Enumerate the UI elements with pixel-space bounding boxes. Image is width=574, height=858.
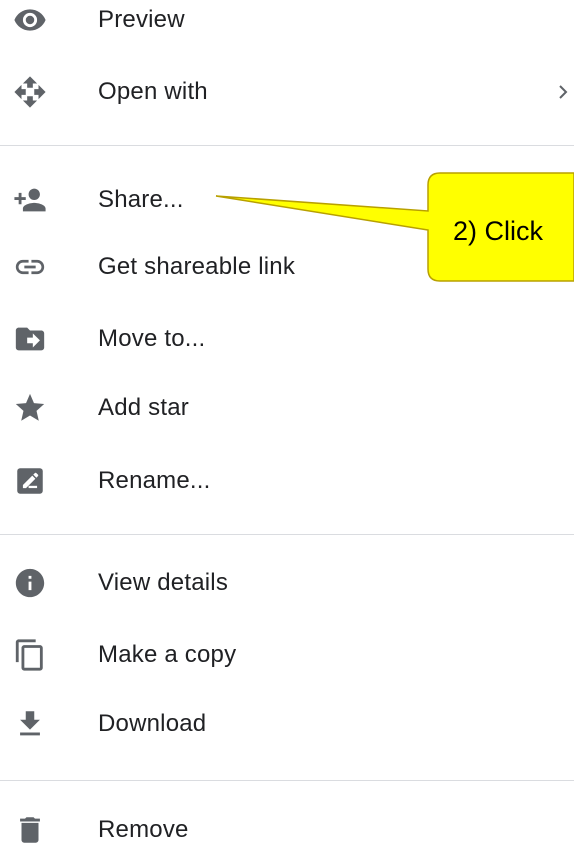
menu-item-label: Share... bbox=[98, 186, 184, 213]
menu-item-label: Remove bbox=[98, 816, 189, 843]
callout-text: 2) Click bbox=[453, 216, 544, 246]
menu-item-remove[interactable]: Remove bbox=[0, 802, 574, 858]
link-icon bbox=[10, 247, 50, 287]
menu-divider bbox=[0, 780, 574, 781]
eye-icon bbox=[10, 0, 50, 40]
menu-item-label: Make a copy bbox=[98, 641, 237, 668]
menu-item-rename[interactable]: Rename... bbox=[0, 453, 574, 509]
menu-item-preview[interactable]: Preview bbox=[0, 0, 574, 48]
menu-item-label: View details bbox=[98, 569, 229, 596]
menu-item-add-star[interactable]: Add star bbox=[0, 380, 574, 436]
menu-item-label: Download bbox=[98, 710, 207, 737]
copy-icon bbox=[10, 635, 50, 675]
move-arrows-icon bbox=[10, 72, 50, 112]
star-icon bbox=[10, 388, 50, 428]
menu-divider bbox=[0, 145, 574, 146]
menu-item-move-to[interactable]: Move to... bbox=[0, 311, 574, 367]
menu-item-label: Add star bbox=[98, 394, 189, 421]
menu-item-open-with[interactable]: Open with bbox=[0, 64, 574, 120]
menu-item-get-shareable-link[interactable]: Get shareable link bbox=[0, 239, 574, 295]
menu-item-view-details[interactable]: View details bbox=[0, 555, 574, 611]
menu-item-label: Move to... bbox=[98, 325, 206, 352]
menu-item-make-a-copy[interactable]: Make a copy bbox=[0, 627, 574, 683]
menu-item-label: Preview bbox=[98, 6, 185, 33]
menu-item-label: Open with bbox=[98, 78, 208, 105]
menu-item-label: Rename... bbox=[98, 467, 211, 494]
menu-divider bbox=[0, 534, 574, 535]
context-menu: Preview Open with Share... Get shareable… bbox=[0, 0, 574, 845]
download-icon bbox=[10, 704, 50, 744]
chevron-right-icon bbox=[559, 85, 568, 99]
menu-item-label: Get shareable link bbox=[98, 253, 296, 280]
person-add-icon bbox=[10, 180, 50, 220]
info-icon bbox=[10, 563, 50, 603]
rename-pencil-icon bbox=[10, 461, 50, 501]
folder-move-icon bbox=[10, 319, 50, 359]
trash-icon bbox=[10, 810, 50, 850]
menu-item-download[interactable]: Download bbox=[0, 696, 574, 752]
